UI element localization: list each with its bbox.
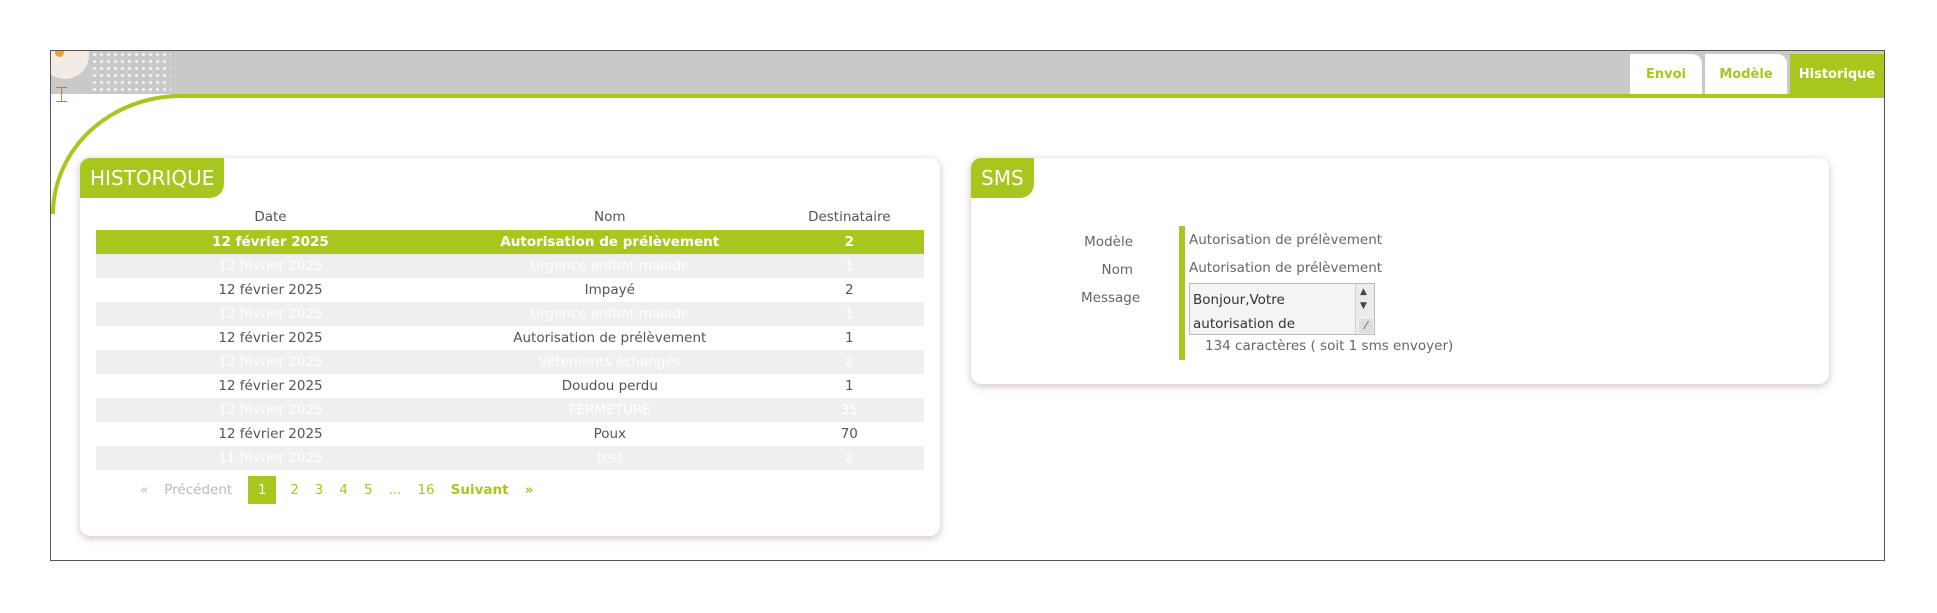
cell-date: 12 février 2025 xyxy=(96,398,445,422)
cell-nom: Poux xyxy=(444,422,775,446)
cell-date: 12 février 2025 xyxy=(96,374,445,398)
tab-bar: Envoi Modèle Historique xyxy=(1627,51,1884,94)
table-row[interactable]: 12 février 2025 Urgence enfant malade 1 xyxy=(96,302,924,326)
next-page-link[interactable]: Suivant xyxy=(451,482,509,498)
table-row[interactable]: 12 février 2025 FERMETURE 35 xyxy=(96,398,924,422)
cell-destinataire: 1 xyxy=(774,374,924,398)
cell-nom: Doudou perdu xyxy=(444,374,775,398)
table-row[interactable]: 12 février 2025 Urgence enfant malade 1 xyxy=(96,254,924,278)
table-row[interactable]: 12 février 2025 Doudou perdu 1 xyxy=(96,374,924,398)
page-5-link[interactable]: 5 xyxy=(364,482,373,498)
name-label: Nom xyxy=(1101,262,1133,278)
cell-nom: Impayé xyxy=(444,278,775,302)
cell-date: 12 février 2025 xyxy=(96,326,445,350)
last-page-link[interactable]: » xyxy=(525,482,534,498)
sms-accent-bar xyxy=(1179,226,1185,360)
cell-destinataire: 2 xyxy=(774,278,924,302)
previous-page-link[interactable]: Précédent xyxy=(164,482,232,498)
table-row[interactable]: 12 février 2025 Impayé 2 xyxy=(96,278,924,302)
sms-values: Autorisation de prélèvement Autorisation… xyxy=(1189,226,1382,282)
page-4-link[interactable]: 4 xyxy=(339,482,348,498)
pagination: « Précédent 1 2 3 4 5 ... 16 Suivant » xyxy=(140,476,549,504)
cell-nom: FERMETURE xyxy=(444,398,775,422)
sms-labels: Modèle Nom Message xyxy=(1081,228,1141,312)
page-2-link[interactable]: 2 xyxy=(290,482,299,498)
sms-panel: SMS Modèle Nom Message Autorisation de p… xyxy=(971,158,1829,384)
tab-modele[interactable]: Modèle xyxy=(1705,54,1787,94)
model-value: Autorisation de prélèvement xyxy=(1189,232,1383,248)
table-row[interactable]: 12 février 2025 Vêtements échangés 2 xyxy=(96,350,924,374)
cell-nom: test xyxy=(444,446,775,470)
scroll-down-icon[interactable]: ▼ xyxy=(1360,302,1367,311)
message-textarea[interactable]: Bonjour,Votre autorisation de ▲ ▼ ⁄ xyxy=(1189,283,1375,335)
message-scrollbar[interactable]: ▲ ▼ ⁄ xyxy=(1355,284,1374,334)
sms-title: SMS xyxy=(971,158,1034,198)
cell-destinataire: 2 xyxy=(774,230,924,254)
tab-historique[interactable]: Historique xyxy=(1790,54,1884,94)
table-row[interactable]: 12 février 2025 Autorisation de prélèvem… xyxy=(96,230,924,254)
cell-date: 12 février 2025 xyxy=(96,350,445,374)
column-header-destinataire[interactable]: Destinataire xyxy=(775,204,924,230)
column-header-nom[interactable]: Nom xyxy=(445,204,775,230)
top-band xyxy=(51,51,1884,94)
accent-line xyxy=(171,94,1884,98)
cell-date: 12 février 2025 xyxy=(96,422,445,446)
character-count: 134 caractères ( soit 1 sms envoyer) xyxy=(1205,338,1454,354)
cell-date: 12 février 2025 xyxy=(96,230,445,254)
page-3-link[interactable]: 3 xyxy=(315,482,324,498)
message-label: Message xyxy=(1081,290,1141,306)
cell-nom: Vêtements échangés xyxy=(444,350,775,374)
history-title: HISTORIQUE xyxy=(80,158,225,198)
cell-date: 12 février 2025 xyxy=(96,302,445,326)
cell-destinataire: 2 xyxy=(774,350,924,374)
scroll-up-icon[interactable]: ▲ xyxy=(1360,288,1367,297)
cell-date: 11 février 2025 xyxy=(96,446,445,470)
message-text: Bonjour,Votre autorisation de xyxy=(1193,292,1296,332)
cell-nom: Autorisation de prélèvement xyxy=(444,230,775,254)
cell-destinataire: 1 xyxy=(774,302,924,326)
table-row[interactable]: 11 février 2025 test 2 xyxy=(96,446,924,470)
model-label: Modèle xyxy=(1084,234,1133,250)
table-header: Date Nom Destinataire xyxy=(96,204,924,230)
cell-destinataire: 1 xyxy=(774,326,924,350)
table-row[interactable]: 12 février 2025 Autorisation de prélèvem… xyxy=(96,326,924,350)
name-value: Autorisation de prélèvement xyxy=(1189,260,1383,276)
column-header-date[interactable]: Date xyxy=(96,204,445,230)
cell-destinataire: 35 xyxy=(774,398,924,422)
cell-date: 12 février 2025 xyxy=(96,278,445,302)
history-panel: HISTORIQUE Date Nom Destinataire 12 févr… xyxy=(80,158,940,536)
page-1-link[interactable]: 1 xyxy=(248,476,277,504)
cell-destinataire: 2 xyxy=(774,446,924,470)
cell-nom: Urgence enfant malade xyxy=(444,254,775,278)
clothespin-icon: ⌶ xyxy=(55,83,69,108)
tab-envoi[interactable]: Envoi xyxy=(1630,54,1702,94)
first-page-link[interactable]: « xyxy=(140,482,148,498)
cell-destinataire: 70 xyxy=(774,422,924,446)
page-16-link[interactable]: 16 xyxy=(417,482,434,498)
cell-nom: Urgence enfant malade xyxy=(444,302,775,326)
pagination-ellipsis: ... xyxy=(388,482,402,498)
history-table: Date Nom Destinataire 12 février 2025 Au… xyxy=(96,204,924,470)
table-row[interactable]: 12 février 2025 Poux 70 xyxy=(96,422,924,446)
resize-handle-icon[interactable]: ⁄ xyxy=(1359,319,1373,333)
cell-nom: Autorisation de prélèvement xyxy=(444,326,775,350)
cell-destinataire: 1 xyxy=(774,254,924,278)
cell-date: 12 février 2025 xyxy=(96,254,445,278)
